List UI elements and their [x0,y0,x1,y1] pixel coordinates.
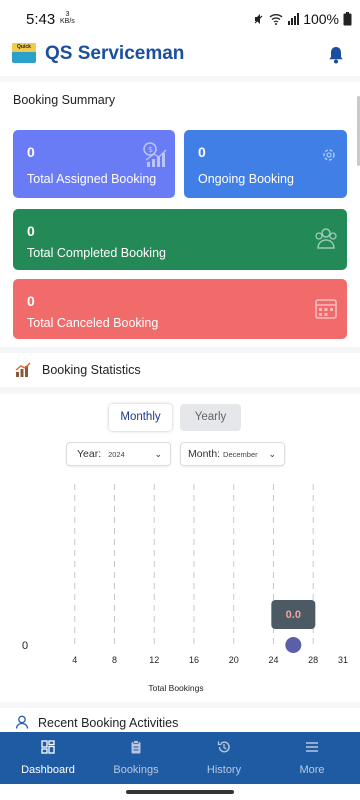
year-select-value: 2024 [108,450,125,459]
app-title: QS Serviceman [45,43,185,64]
team-icon [315,228,337,249]
clipboard-icon [131,740,141,754]
chart-growth-icon: $ [143,142,167,167]
home-indicator[interactable] [126,790,234,794]
app-bar: Quick QS Serviceman [0,38,360,76]
booking-statistics-panel: Monthly Yearly Year: 2024 ⌄ Month: Decem… [0,394,360,702]
tile-total-assigned-booking[interactable]: 0 Total Assigned Booking $ [13,130,175,198]
section-title-booking-statistics: Booking Statistics [42,363,141,377]
status-icons: 100% [253,11,352,27]
x-tick-label: 28 [308,655,318,665]
section-title-recent-activities: Recent Booking Activities [38,716,179,730]
month-select-value: December [223,450,258,459]
toggle-monthly[interactable]: Monthly [109,404,172,431]
chevron-down-icon: ⌄ [268,449,276,459]
battery-text: 100% [303,11,339,27]
mute-icon [254,14,263,24]
history-icon [217,741,230,753]
highlight-point [285,637,302,653]
tooltip-value: 0.0 [286,609,301,621]
tile-ongoing-booking[interactable]: 0 Ongoing Booking [184,130,347,198]
nav-item-dashboard[interactable]: Dashboard [3,732,93,784]
tile-total-canceled-booking[interactable]: 0 Total Canceled Booking [13,279,347,339]
calendar-icon [315,299,337,319]
nav-item-bookings[interactable]: Bookings [91,732,181,784]
gear-icon [323,149,335,161]
bottom-navigation: Dashboard Bookings History More [0,732,360,784]
nav-item-history[interactable]: History [179,732,269,784]
wifi-icon [269,14,283,25]
x-tick-label: 8 [112,655,117,665]
x-axis-title: Total Bookings [148,683,203,693]
x-tick-label: 16 [189,655,199,665]
x-tick-label: 24 [268,655,278,665]
x-tick-label: 31 [338,655,348,665]
status-time: 5:43 [26,11,56,28]
y-tick-label: 0 [22,640,28,652]
x-tick-label: 20 [229,655,239,665]
notification-bell-icon[interactable] [328,46,344,64]
booking-summary-panel: Booking Summary 0 Total Assigned Booking… [0,82,360,347]
svg-text:$: $ [148,145,153,154]
system-navigation-bar [0,784,360,800]
booking-statistics-chart: 0 4 8 12 16 20 24 28 31 Total Bookings 0.0 [22,484,348,693]
statistics-chart-icon [15,362,31,377]
chevron-down-icon: ⌄ [154,449,162,459]
app-logo: Quick [12,43,36,63]
user-icon [15,715,29,729]
section-title-booking-summary: Booking Summary [13,93,116,107]
signal-icon [288,13,300,25]
menu-icon [306,742,318,752]
nav-item-more[interactable]: More [267,732,357,784]
toggle-yearly[interactable]: Yearly [180,404,241,431]
x-tick-label: 4 [72,655,77,665]
dashboard-icon [41,740,55,754]
recent-booking-activities-header: Recent Booking Activities [0,708,360,734]
year-select[interactable]: Year: 2024 ⌄ [66,442,171,466]
booking-statistics-header: Booking Statistics [0,353,360,387]
x-tick-label: 12 [149,655,159,665]
battery-icon [343,12,352,26]
tile-total-completed-booking[interactable]: 0 Total Completed Booking [13,209,347,270]
network-speed: 3 KB/s [60,11,75,25]
month-select[interactable]: Month: December ⌄ [180,442,285,466]
status-bar: 5:43 3 KB/s 100% [0,0,360,38]
